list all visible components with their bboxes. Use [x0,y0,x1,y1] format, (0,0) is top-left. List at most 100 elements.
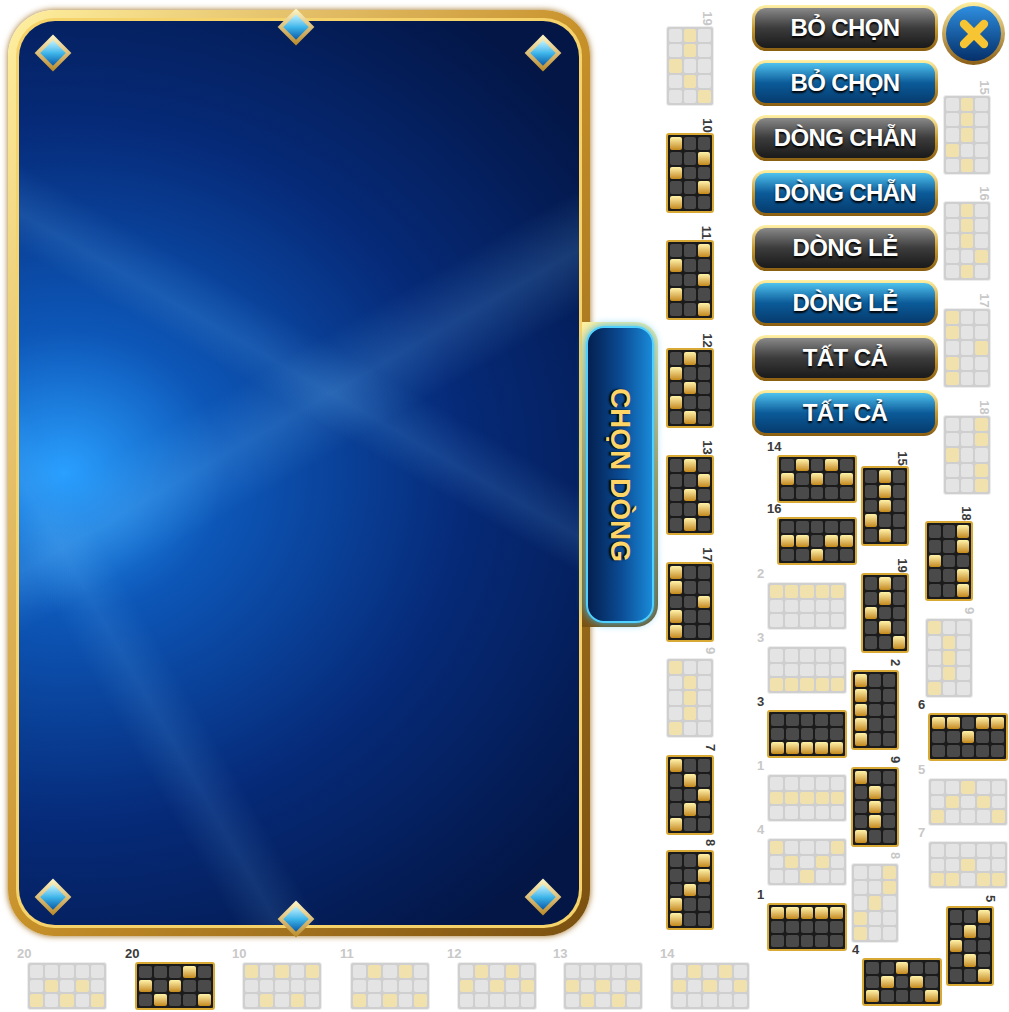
payline-number: 14 [660,947,674,960]
payline-cell [946,113,959,126]
action-button[interactable]: BỎ CHỌN [752,5,938,51]
payline-cell [698,661,711,674]
payline-cell [796,487,809,499]
payline-cell [975,144,988,157]
payline-cell [786,921,799,933]
payline-thumbnail[interactable]: 10 [242,962,322,1010]
payline-cell [975,234,988,247]
payline-thumbnail[interactable]: 6 [928,713,1008,761]
payline-cell [855,733,867,746]
payline-cell [770,614,783,627]
action-button[interactable]: DÒNG CHẴN [752,170,938,216]
payline-thumbnail[interactable]: 1 [767,903,847,951]
payline-thumbnail[interactable]: 12 [457,962,537,1010]
payline-thumbnail[interactable]: 7 [928,841,1008,889]
payline-cell [475,980,488,993]
payline-thumbnail[interactable]: 19 [666,26,714,106]
action-button[interactable]: BỎ CHỌN [752,60,938,106]
payline-thumbnail[interactable]: 2 [767,582,847,630]
payline-thumbnail[interactable]: 8 [666,850,714,930]
payline-cell [684,411,696,424]
payline-thumbnail[interactable]: 1 [767,774,847,822]
payline-thumbnail[interactable]: 7 [666,755,714,835]
payline-cell [883,830,895,843]
payline-cell [975,418,988,431]
action-button[interactable]: DÒNG CHẴN [752,115,938,161]
payline-cell [910,976,923,988]
payline-cell [943,682,956,695]
payline-thumbnail[interactable]: 2 [851,670,899,750]
payline-cell [946,873,959,886]
payline-thumbnail[interactable]: 14 [777,455,857,503]
close-button[interactable] [942,2,1005,65]
payline-cell [781,521,794,533]
payline-cell [796,521,809,533]
payline-cell [785,856,798,869]
payline-thumbnail[interactable]: 12 [666,348,714,428]
payline-thumbnail[interactable]: 9 [851,767,899,847]
payline-cell [869,830,881,843]
payline-thumbnail[interactable]: 10 [666,133,714,213]
payline-cell [961,479,974,492]
payline-cell [684,581,696,594]
payline-thumbnail[interactable]: 15 [861,466,909,546]
payline-thumbnail[interactable]: 3 [767,646,847,694]
payline-thumbnail[interactable]: 20 [135,962,215,1010]
payline-thumbnail[interactable]: 3 [767,710,847,758]
payline-cell [866,990,879,1002]
action-button[interactable]: DÒNG LẺ [752,225,938,271]
payline-thumbnail[interactable]: 18 [925,521,973,601]
payline-cell [414,980,427,993]
payline-thumbnail[interactable]: 11 [350,962,430,1010]
payline-number: 9 [889,756,902,763]
action-button[interactable]: TẤT CẢ [752,390,938,436]
payline-cell [910,990,923,1002]
payline-thumbnail[interactable]: 17 [943,308,991,388]
payline-cell [670,884,682,897]
payline-cell [931,873,944,886]
payline-cell [719,965,732,978]
payline-cell [698,854,710,867]
payline-number: 9 [704,647,717,654]
payline-thumbnail[interactable]: 13 [666,455,714,535]
payline-thumbnail[interactable]: 19 [861,573,909,653]
payline-cell [893,592,905,605]
payline-thumbnail[interactable]: 16 [777,517,857,565]
payline-thumbnail[interactable]: 4 [862,958,942,1006]
payline-cell [670,396,682,409]
payline-thumbnail[interactable]: 8 [851,863,899,943]
payline-thumbnail[interactable]: 9 [666,658,714,738]
payline-thumbnail[interactable]: 4 [767,838,847,886]
payline-cell [825,549,838,561]
side-tab[interactable]: CHỌN DÒNG [582,322,658,627]
payline-thumbnail[interactable]: 18 [943,415,991,495]
payline-cell [929,569,941,582]
payline-thumbnail[interactable]: 9 [925,618,973,698]
payline-cell [866,962,879,974]
payline-cell [506,980,519,993]
payline-cell [684,610,696,623]
payline-thumbnail[interactable]: 20 [27,962,107,1010]
payline-thumbnail[interactable]: 13 [563,962,643,1010]
payline-cell [961,128,974,141]
payline-thumbnail[interactable]: 16 [943,201,991,281]
payline-cell [698,759,710,772]
payline-thumbnail[interactable]: 5 [946,906,994,986]
payline-thumbnail[interactable]: 14 [670,962,750,1010]
payline-cell [961,796,974,809]
payline-thumbnail[interactable]: 5 [928,778,1008,826]
payline-cell [961,357,974,370]
payline-thumbnail[interactable]: 17 [666,562,714,642]
payline-thumbnail[interactable]: 15 [943,95,991,175]
action-button[interactable]: DÒNG LẺ [752,280,938,326]
payline-cell [825,487,838,499]
payline-number: 15 [977,80,990,94]
payline-thumbnail[interactable]: 11 [666,240,714,320]
payline-cell [154,994,167,1006]
payline-cell [785,792,798,805]
payline-cell [964,940,976,953]
payline-cell [698,411,710,424]
payline-number: 5 [984,895,997,902]
payline-number: 13 [700,440,713,454]
action-button[interactable]: TẤT CẢ [752,335,938,381]
